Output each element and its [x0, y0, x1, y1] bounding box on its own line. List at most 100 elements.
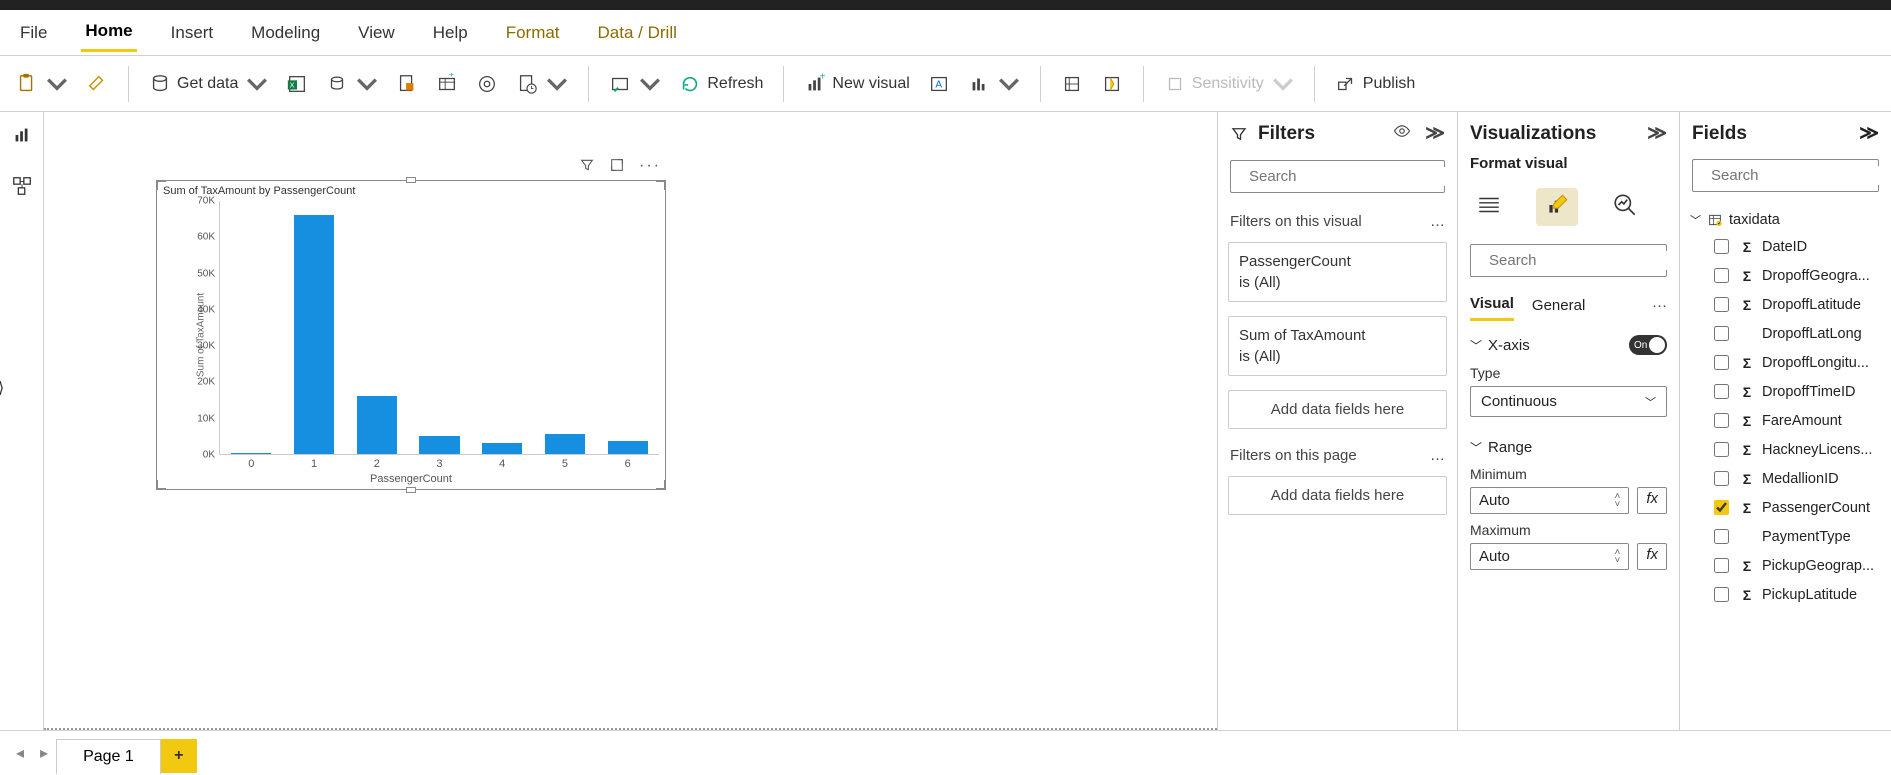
bar-0[interactable]: 0 — [231, 201, 271, 454]
chevron-down-icon[interactable]: ﹀ — [1470, 337, 1482, 354]
more-visuals-button[interactable] — [962, 69, 1026, 99]
report-canvas[interactable]: ··· Sum of TaxAmount by PassengerCount S… — [44, 112, 1217, 730]
field-checkbox[interactable] — [1714, 239, 1729, 254]
analytics-icon[interactable] — [1612, 192, 1638, 222]
field-dateid[interactable]: ΣDateID — [1684, 232, 1887, 261]
field-dropoffgeogra[interactable]: ΣDropoffGeogra... — [1684, 261, 1887, 290]
field-dropofflatitude[interactable]: ΣDropoffLatitude — [1684, 290, 1887, 319]
format-painter-button[interactable] — [80, 69, 114, 99]
build-visual-icon[interactable] — [1476, 192, 1502, 222]
field-dropofflatlong[interactable]: DropoffLatLong — [1684, 319, 1887, 348]
data-hub-button[interactable] — [320, 69, 384, 99]
more-options-icon[interactable]: ··· — [639, 157, 661, 178]
report-view-icon[interactable] — [11, 124, 33, 151]
field-pickupgeograp[interactable]: ΣPickupGeograp... — [1684, 551, 1887, 580]
field-checkbox[interactable] — [1714, 529, 1729, 544]
paste-button[interactable] — [10, 69, 74, 99]
bar-5[interactable]: 5 — [545, 201, 585, 454]
chart-visual[interactable]: ··· Sum of TaxAmount by PassengerCount S… — [156, 180, 666, 490]
filters-search[interactable] — [1230, 160, 1445, 193]
get-data-button[interactable]: Get data — [143, 69, 274, 99]
field-pickuplatitude[interactable]: ΣPickupLatitude — [1684, 580, 1887, 609]
sql-source-button[interactable] — [390, 69, 424, 99]
menu-home[interactable]: Home — [81, 13, 136, 52]
fields-search-input[interactable] — [1709, 166, 1891, 185]
menu-format[interactable]: Format — [502, 15, 564, 51]
menu-file[interactable]: File — [16, 15, 51, 51]
field-checkbox[interactable] — [1714, 297, 1729, 312]
fields-search[interactable] — [1692, 159, 1879, 192]
viz-search-input[interactable] — [1487, 251, 1690, 270]
min-fx-button[interactable]: fx — [1637, 487, 1667, 514]
chevron-down-icon[interactable]: ﹀ — [1470, 439, 1482, 456]
prev-page-icon[interactable]: ◂ — [8, 739, 32, 767]
filters-search-input[interactable] — [1247, 167, 1450, 186]
viz-search[interactable] — [1470, 244, 1667, 277]
table-taxidata[interactable]: ﹀ taxidata — [1684, 208, 1887, 232]
tab-visual[interactable]: Visual — [1470, 289, 1514, 321]
model-view-icon[interactable] — [11, 175, 33, 202]
filter-add-visual[interactable]: Add data fields here — [1228, 390, 1447, 429]
text-box-button[interactable]: A — [922, 69, 956, 99]
bar-6[interactable]: 6 — [608, 201, 648, 454]
field-checkbox[interactable] — [1714, 587, 1729, 602]
expand-nav-icon[interactable]: ⟩ — [0, 378, 4, 398]
field-dropofflongitu[interactable]: ΣDropoffLongitu... — [1684, 348, 1887, 377]
field-checkbox[interactable] — [1714, 413, 1729, 428]
field-checkbox[interactable] — [1714, 558, 1729, 573]
format-visual-icon[interactable] — [1536, 188, 1578, 226]
focus-mode-icon[interactable] — [609, 157, 625, 178]
field-checkbox[interactable] — [1714, 500, 1729, 515]
publish-button[interactable]: Publish — [1329, 69, 1421, 99]
bar-2[interactable]: 2 — [357, 201, 397, 454]
new-measure-button[interactable] — [1055, 69, 1089, 99]
resize-handle-bottom[interactable] — [406, 487, 416, 493]
transform-data-button[interactable] — [603, 69, 667, 99]
view-hidden-icon[interactable] — [1393, 122, 1411, 146]
resize-handle-top[interactable] — [406, 177, 416, 183]
bar-1[interactable]: 1 — [294, 201, 334, 454]
field-checkbox[interactable] — [1714, 326, 1729, 341]
xaxis-toggle[interactable]: On — [1629, 335, 1667, 355]
collapse-filters-icon[interactable]: ≫ — [1425, 122, 1445, 146]
menu-view[interactable]: View — [354, 15, 399, 51]
max-input[interactable]: Auto˄˅ — [1470, 543, 1629, 570]
field-paymenttype[interactable]: PaymentType — [1684, 522, 1887, 551]
menu-datadrill[interactable]: Data / Drill — [594, 15, 681, 51]
filter-add-page[interactable]: Add data fields here — [1228, 476, 1447, 515]
visual-filter-icon[interactable] — [579, 157, 595, 178]
tab-general[interactable]: General — [1532, 291, 1585, 320]
bar-4[interactable]: 4 — [482, 201, 522, 454]
dataverse-button[interactable] — [470, 69, 504, 99]
section-more-icon[interactable]: … — [1430, 213, 1445, 230]
field-checkbox[interactable] — [1714, 471, 1729, 486]
field-passengercount[interactable]: ΣPassengerCount — [1684, 493, 1887, 522]
field-checkbox[interactable] — [1714, 442, 1729, 457]
bar-3[interactable]: 3 — [419, 201, 459, 454]
field-checkbox[interactable] — [1714, 355, 1729, 370]
menu-insert[interactable]: Insert — [167, 15, 218, 51]
menu-help[interactable]: Help — [429, 15, 472, 51]
field-medallionid[interactable]: ΣMedallionID — [1684, 464, 1887, 493]
enter-data-button[interactable]: + — [430, 69, 464, 99]
filter-card-passengercount[interactable]: PassengerCount is (All) — [1228, 242, 1447, 302]
collapse-fields-icon[interactable]: ≫ — [1859, 122, 1879, 145]
refresh-button[interactable]: Refresh — [673, 69, 769, 99]
next-page-icon[interactable]: ▸ — [32, 739, 56, 767]
excel-source-button[interactable]: X — [280, 69, 314, 99]
new-visual-button[interactable]: + New visual — [798, 69, 915, 99]
quick-measure-button[interactable] — [1095, 69, 1129, 99]
menu-modeling[interactable]: Modeling — [247, 15, 324, 51]
filter-card-taxamount[interactable]: Sum of TaxAmount is (All) — [1228, 316, 1447, 376]
field-fareamount[interactable]: ΣFareAmount — [1684, 406, 1887, 435]
field-checkbox[interactable] — [1714, 268, 1729, 283]
tabs-more-icon[interactable]: ··· — [1652, 297, 1667, 314]
collapse-viz-icon[interactable]: ≫ — [1647, 122, 1667, 145]
max-fx-button[interactable]: fx — [1637, 543, 1667, 570]
add-page-button[interactable]: + — [161, 739, 197, 773]
section-more-icon[interactable]: … — [1430, 447, 1445, 464]
field-checkbox[interactable] — [1714, 384, 1729, 399]
page-tab-1[interactable]: Page 1 — [56, 739, 161, 774]
min-input[interactable]: Auto˄˅ — [1470, 487, 1629, 514]
sensitivity-button[interactable]: Sensitivity — [1158, 69, 1300, 99]
